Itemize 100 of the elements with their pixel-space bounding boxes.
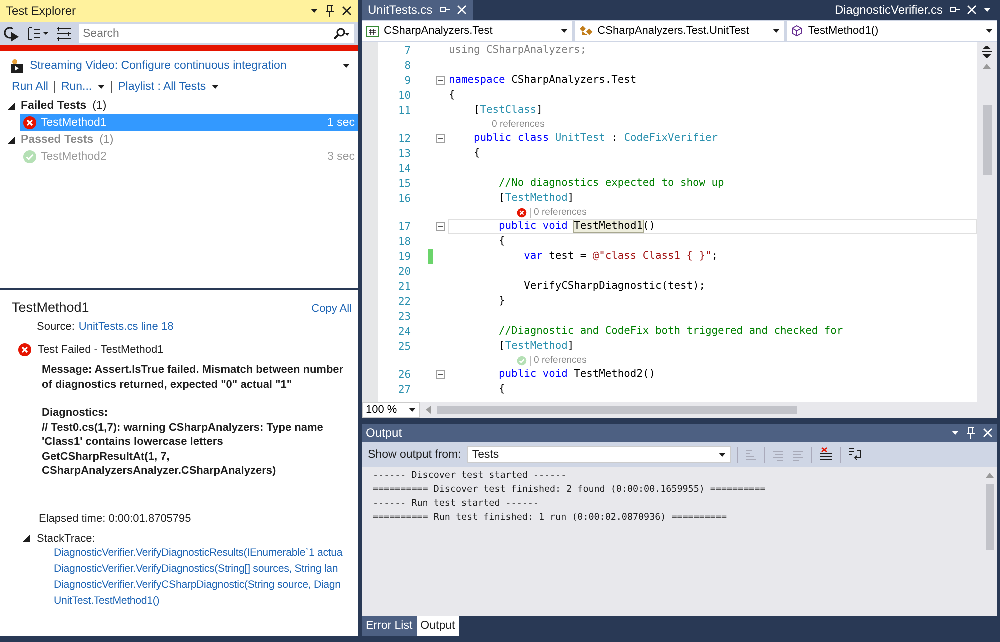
collapse-icon[interactable] <box>436 222 445 231</box>
caret-icon <box>212 85 220 89</box>
line-number: 25 <box>397 340 411 352</box>
code-line: } <box>498 294 506 309</box>
output-line: ========== Run test finished: 1 run (0:00:02.0870936) ========== <box>373 511 728 525</box>
dropdown-icon[interactable] <box>952 431 959 435</box>
navigation-dropdown[interactable]: CSharpAnalyzers.Test <box>362 21 572 41</box>
stack-frame-link[interactable]: DiagnosticVerifier.VerifyDiagnosticResults(IEnumerable`1 actua <box>54 544 352 560</box>
list-icon[interactable] <box>56 26 72 40</box>
code-line: [TestMethod] <box>498 339 576 354</box>
panel-tab[interactable]: Error List <box>362 616 417 636</box>
output-line: ------ Discover test started ------ <box>373 469 568 483</box>
code-line: { <box>473 146 482 161</box>
run-menu[interactable]: Run... <box>61 81 106 93</box>
scrollbar-thumb[interactable] <box>982 105 992 175</box>
source-link[interactable]: UnitTests.cs line 18 <box>78 321 174 333</box>
line-number: 13 <box>397 148 411 160</box>
close-icon[interactable] <box>342 6 352 16</box>
test-item[interactable]: TestMethod1 1 sec <box>20 114 358 131</box>
dropdown-icon <box>311 9 318 13</box>
line-number: 9 <box>404 74 411 86</box>
search-field[interactable]: Search <box>79 24 354 43</box>
code-lens[interactable]: 0 references <box>492 119 545 130</box>
line-number: 26 <box>397 368 411 380</box>
vertical-scrollbar[interactable] <box>977 42 997 402</box>
split-icon[interactable] <box>981 46 993 58</box>
clear-all-icon[interactable] <box>818 446 834 462</box>
refresh-run-icon[interactable] <box>4 26 20 42</box>
collapse-icon[interactable] <box>436 76 445 85</box>
caret-icon[interactable] <box>984 8 991 12</box>
horizontal-scrollbar[interactable] <box>437 406 797 414</box>
line-number: 18 <box>397 236 411 248</box>
code-line: [TestClass] <box>473 103 544 118</box>
output-source-label: Show output from: <box>368 448 462 460</box>
line-number: 17 <box>397 220 411 232</box>
output-source-dropdown[interactable]: Tests <box>467 446 732 463</box>
code-line: VerifyCSharpDiagnostic(test); <box>523 279 706 294</box>
code-line: //No diagnostics expected to show up <box>498 176 726 191</box>
panel-title: Test Explorer <box>6 4 78 18</box>
caret-icon <box>560 29 568 33</box>
caret-icon <box>773 29 780 33</box>
code-line: public void TestMethod2() <box>498 367 656 382</box>
line-number: 21 <box>397 280 411 292</box>
search-icon[interactable] <box>332 28 350 40</box>
caret-icon[interactable] <box>409 408 416 412</box>
word-wrap-icon[interactable] <box>847 446 864 462</box>
caret-icon <box>986 29 994 33</box>
expander-icon[interactable] <box>8 102 15 110</box>
result-text: Test Failed - TestMethod1 <box>38 344 164 356</box>
line-number: 19 <box>397 250 411 262</box>
message-text: Diagnostics: // Test0.cs(1,7): warning CSharpAnalyzers: Type name 'Class1' contains lowercase letters GetCSharpResultAt(1, 7, CSharpAnalyzersAnalyzer.CSharpAnalyzers) <box>42 406 324 478</box>
line-number: 14 <box>397 162 411 174</box>
line-number: 8 <box>404 60 411 72</box>
code-line: { <box>498 382 506 397</box>
line-number: 16 <box>397 192 411 204</box>
caret-icon[interactable] <box>719 452 726 456</box>
group-count: (1) <box>100 134 114 146</box>
video-link[interactable]: Streaming Video: Configure continuous integration <box>30 60 337 72</box>
pin-icon[interactable] <box>326 5 334 17</box>
copy-all-link[interactable]: Copy All <box>312 303 352 315</box>
playlist-menu[interactable]: Playlist : All Tests <box>118 81 220 93</box>
navigation-dropdown[interactable]: CSharpAnalyzers.Test.UnitTest <box>574 21 784 41</box>
line-number: 27 <box>397 384 411 396</box>
source-label: Source: <box>37 321 75 333</box>
panel-tab[interactable]: Output <box>416 616 460 636</box>
group-count: (1) <box>92 100 107 112</box>
document-tab[interactable]: DiagnosticVerifier.cs <box>828 0 997 20</box>
panel-title: Output <box>366 426 404 440</box>
line-number: 24 <box>397 326 411 338</box>
scrollbar-thumb[interactable] <box>986 484 994 550</box>
line-number: 10 <box>397 90 411 102</box>
line-number: 7 <box>404 44 411 56</box>
message-text: Message: Assert.IsTrue failed. Mismatch between number of diagnostics returned, expected "0" actual "1" <box>42 363 345 392</box>
code-line: public class UnitTest : CodeFixVerifier <box>473 131 720 146</box>
line-number: 12 <box>397 132 411 144</box>
stack-frame-link[interactable]: DiagnosticVerifier.VerifyCSharpDiagnostic(String source, Diagn <box>54 576 352 592</box>
dropdown-icon <box>343 64 350 68</box>
collapse-icon[interactable] <box>436 370 445 379</box>
line-number: 22 <box>397 296 411 308</box>
code-line: var test = @"class Class1 { }"; <box>523 249 720 264</box>
stack-frame-link[interactable]: UnitTest.TestMethod1() <box>54 592 352 608</box>
expander-icon[interactable] <box>23 535 30 542</box>
caret-icon <box>98 85 106 89</box>
detail-title: TestMethod1 <box>12 300 90 315</box>
zoom-dropdown[interactable]: 100 % <box>362 402 420 418</box>
run-all-link[interactable]: Run All <box>12 81 48 93</box>
stacktrace-label: StackTrace: <box>37 532 96 544</box>
line-number: 20 <box>397 266 411 278</box>
stack-frame-link[interactable]: DiagnosticVerifier.VerifyDiagnostics(String[] sources, String lan <box>54 560 352 576</box>
output-line: ========== Discover test finished: 2 found (0:00:00.1659955) ========== <box>373 483 767 497</box>
code-line: public void TestMethod1() <box>448 219 977 234</box>
navigation-dropdown[interactable]: TestMethod1() <box>787 21 998 41</box>
group-by-icon[interactable] <box>27 26 49 42</box>
code-lens[interactable]: 0 references <box>534 355 587 366</box>
code-line: { <box>498 234 506 249</box>
code-line: [TestMethod] <box>498 191 576 206</box>
code-line: //Diagnostic and CodeFix both triggered and checked for <box>498 324 844 339</box>
collapse-icon[interactable] <box>436 134 445 143</box>
group-header[interactable]: Failed Tests <box>21 100 87 112</box>
code-lens[interactable]: 0 references <box>534 207 587 218</box>
